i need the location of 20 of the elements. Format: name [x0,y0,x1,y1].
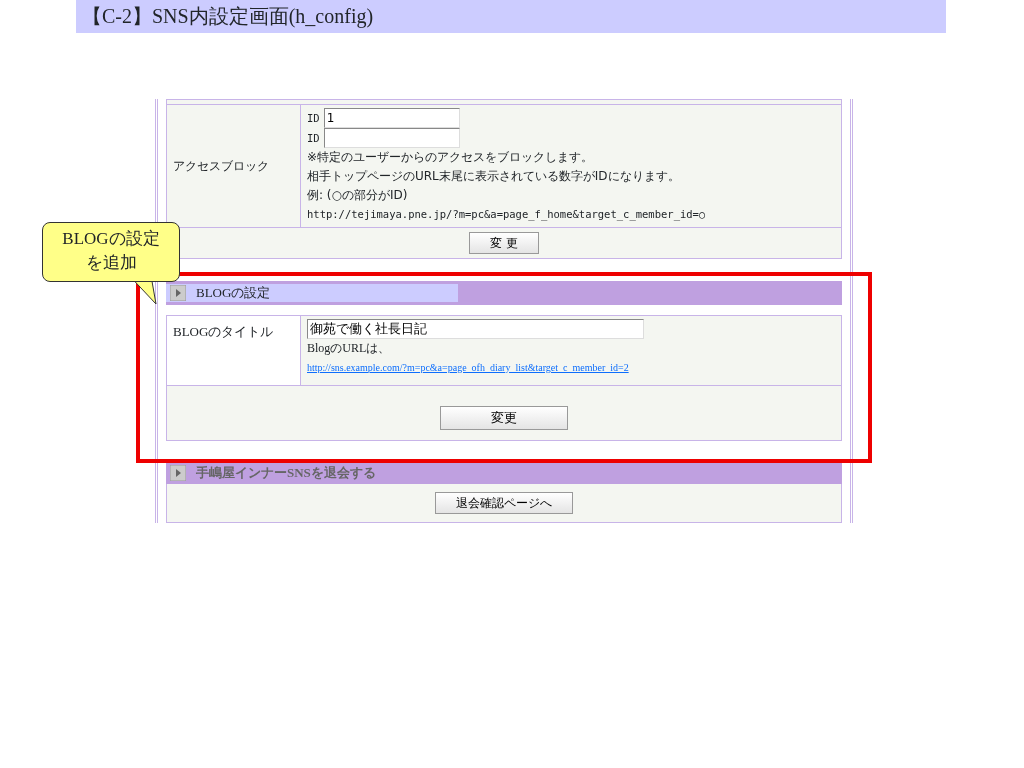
input-field[interactable]: 御苑で働く社長日記 [307,319,644,339]
withdraw-button[interactable]: 退会確認ページへ [435,491,573,514]
url-text: http://tejimaya.pne.jp/?m=pc&a=page_f_home&target_c_member_id=○ [307,207,707,223]
section-header: BLOGの設定 [196,284,271,303]
play-icon [170,465,186,481]
section-header: 手嶋屋インナーSNSを退会する [196,464,376,483]
slide-title: 【C-2】SNS内設定画面(h_config) [76,0,946,33]
note-text: 例: (○の部分がID) [307,187,409,204]
input-field[interactable]: 1 [323,108,460,128]
field-label: ID [307,110,320,126]
input-field[interactable] [323,128,460,148]
field-label: ID [307,130,320,146]
url-label: BlogのURLは、 [307,340,392,357]
note-text: 相手トップページのURL末尾に表示されている数字がIDになります。 [307,168,681,185]
change-button[interactable]: 変更 [440,406,568,430]
play-icon [170,285,186,301]
change-button[interactable]: 変 更 [469,232,539,254]
note-text: ※特定のユーザーからのアクセスをブロックします。 [307,149,595,166]
field-label: BLOGのタイトル [167,316,301,385]
blog-url-link[interactable]: http://sns.example.com/?m=pc&a=page_ofh_diary_list&target_c_member_id=2 [307,362,629,373]
